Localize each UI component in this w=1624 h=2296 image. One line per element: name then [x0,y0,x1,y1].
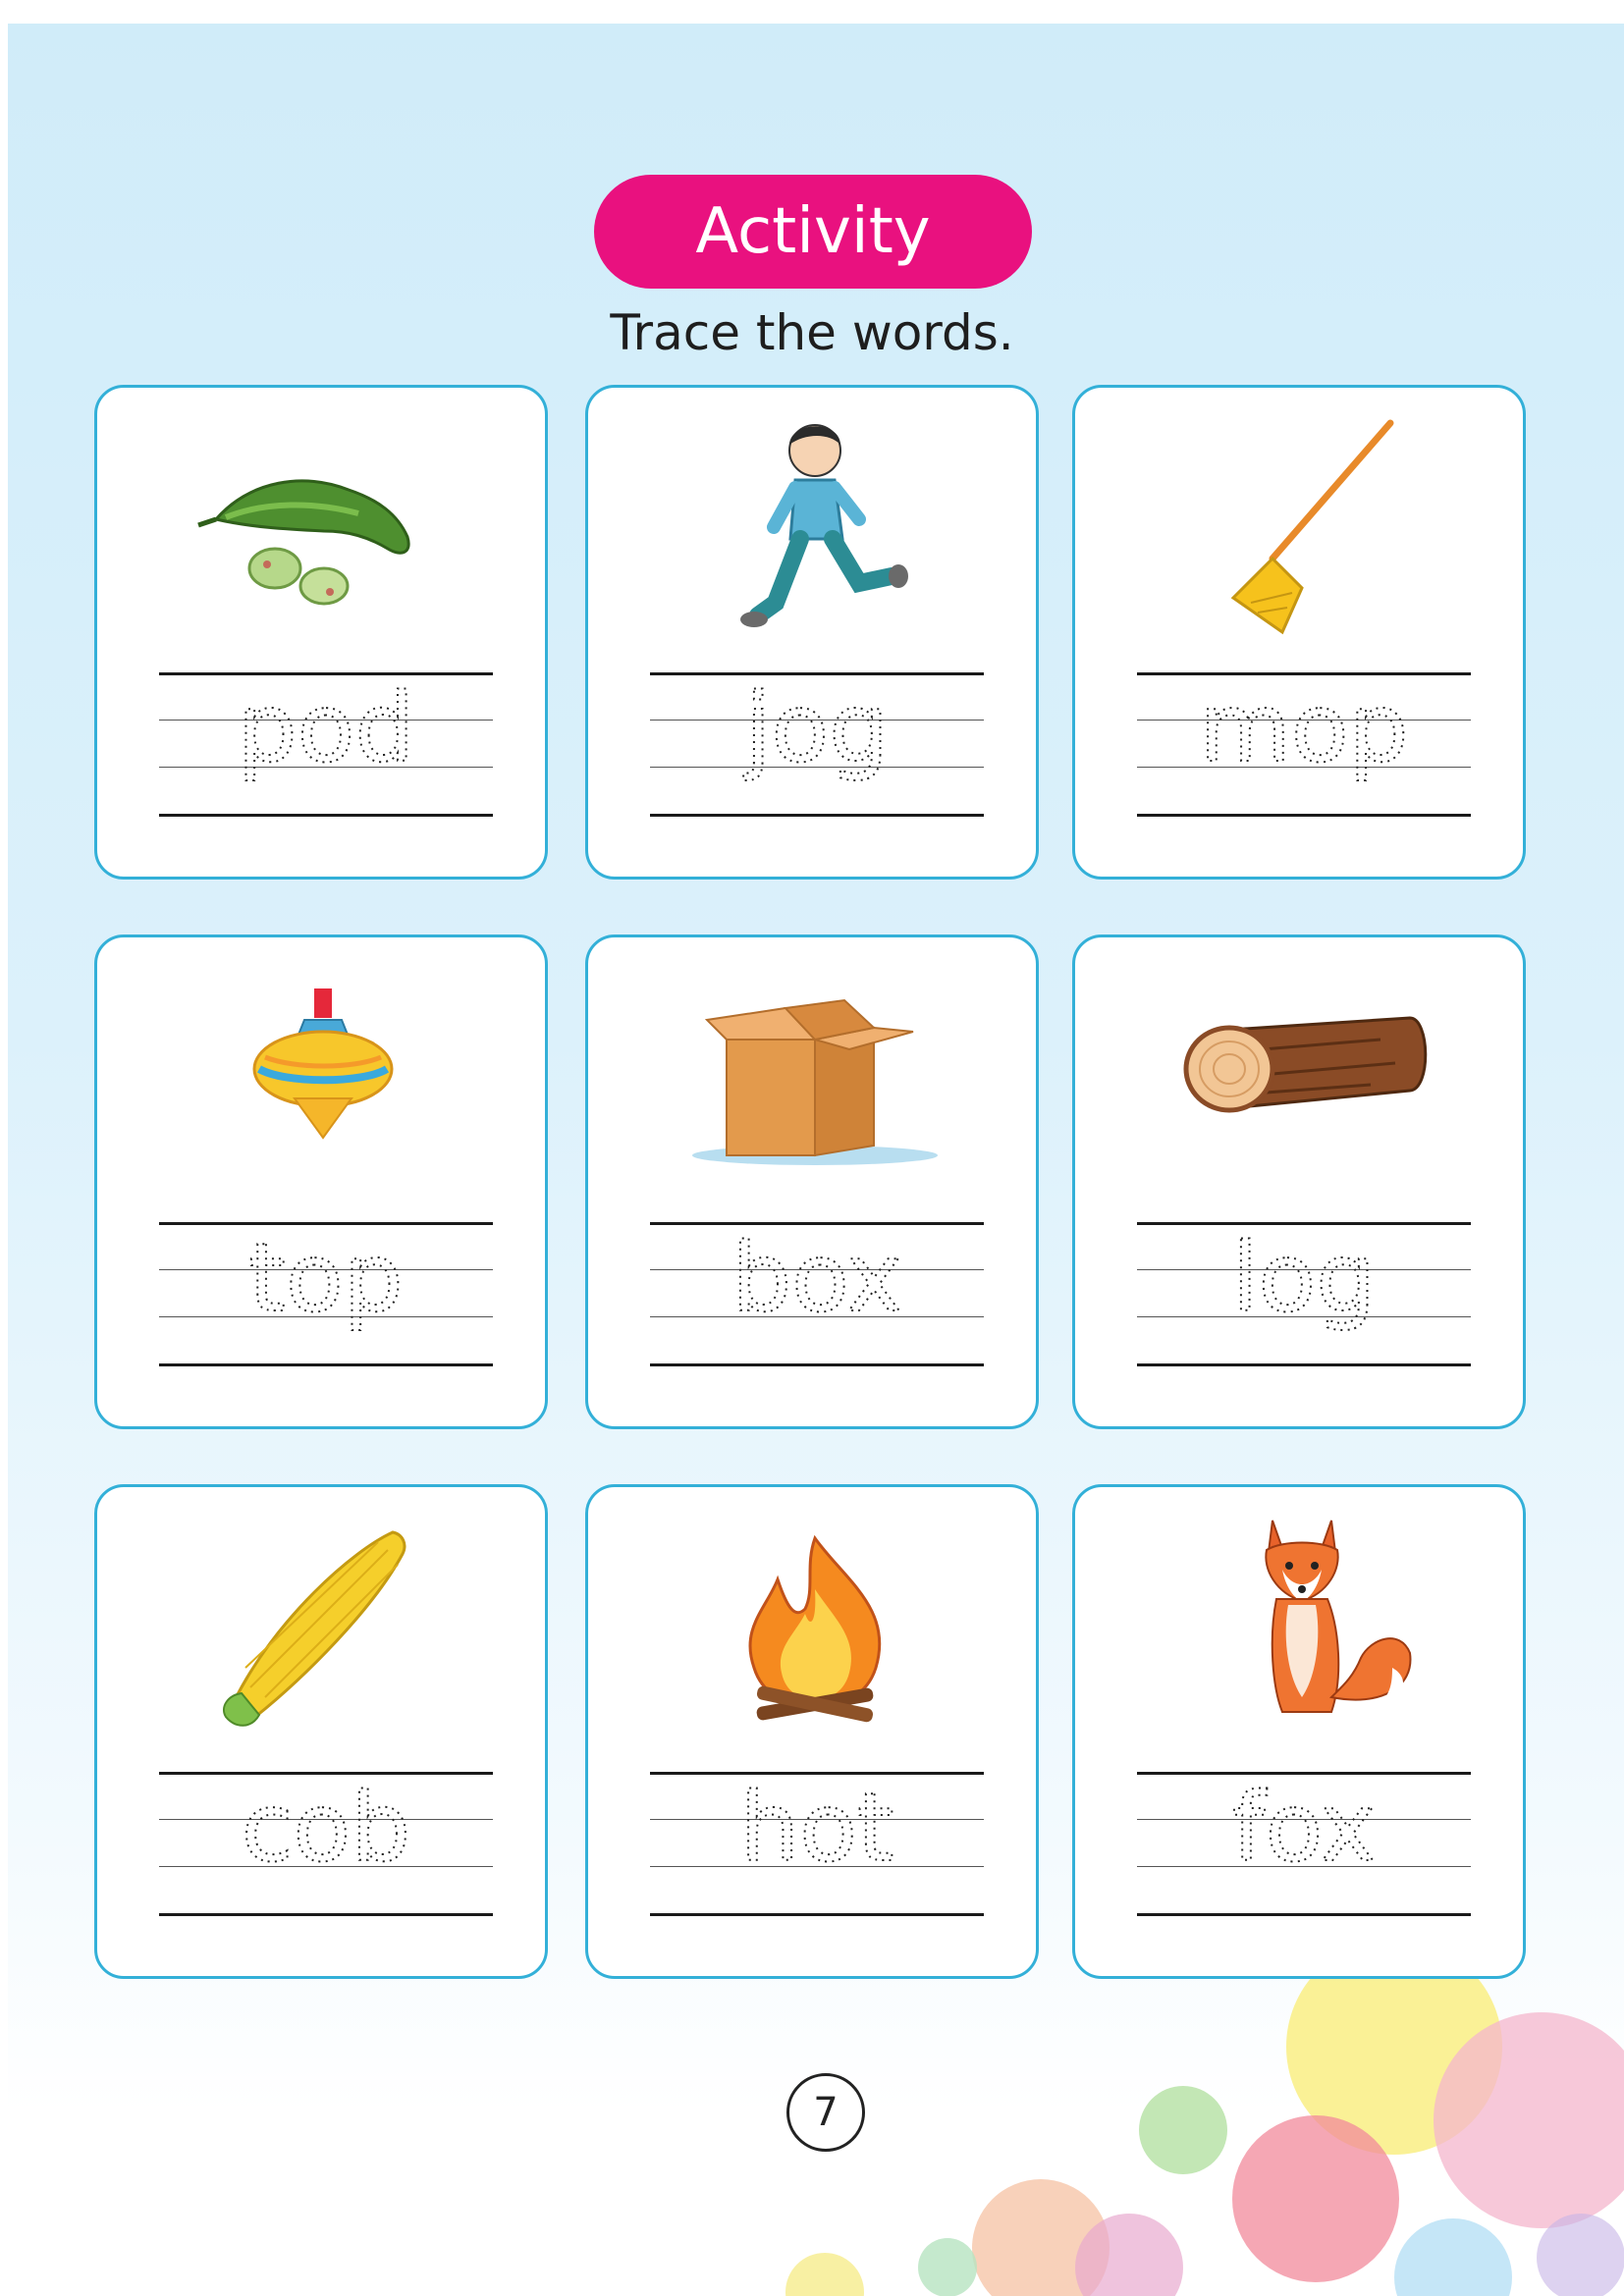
pea-pod-icon [157,411,491,643]
trace-card-cob: cob [94,1484,548,1979]
fox-icon [1135,1511,1469,1742]
trace-word: top [248,1223,403,1333]
trace-card-fox: fox [1072,1484,1526,1979]
worksheet-page: Activity Trace the words. pod jog mop to… [0,0,1624,2296]
page-number: 7 [786,2073,865,2152]
trace-word: fox [1232,1773,1376,1883]
page-top-margin [0,0,1624,24]
trace-word: jog [743,673,889,783]
handwriting-lines: fox [1137,1772,1471,1919]
trace-word: hot [739,1773,893,1883]
wooden-log-icon [1135,961,1469,1193]
mop-icon [1135,411,1469,643]
activity-badge: Activity [594,175,1032,289]
campfire-icon [648,1511,982,1742]
trace-word: mop [1199,673,1408,783]
corn-cob-icon [157,1511,491,1742]
handwriting-lines: jog [650,672,984,820]
cardboard-box-icon [648,961,982,1193]
trace-card-top: top [94,934,548,1429]
handwriting-lines: mop [1137,672,1471,820]
instruction-text: Trace the words. [610,304,1014,361]
trace-word: log [1232,1223,1376,1333]
trace-card-pod: pod [94,385,548,880]
trace-word: pod [238,673,415,783]
handwriting-lines: top [159,1222,493,1369]
spinning-top-icon [157,961,491,1193]
handwriting-lines: pod [159,672,493,820]
handwriting-lines: log [1137,1222,1471,1369]
handwriting-lines: hot [650,1772,984,1919]
trace-card-mop: mop [1072,385,1526,880]
trace-card-jog: jog [585,385,1039,880]
jogging-boy-icon [648,411,982,643]
handwriting-lines: box [650,1222,984,1369]
trace-card-log: log [1072,934,1526,1429]
trace-word: cob [242,1773,410,1883]
trace-word: box [731,1223,902,1333]
trace-card-box: box [585,934,1039,1429]
handwriting-lines: cob [159,1772,493,1919]
trace-card-hot: hot [585,1484,1039,1979]
